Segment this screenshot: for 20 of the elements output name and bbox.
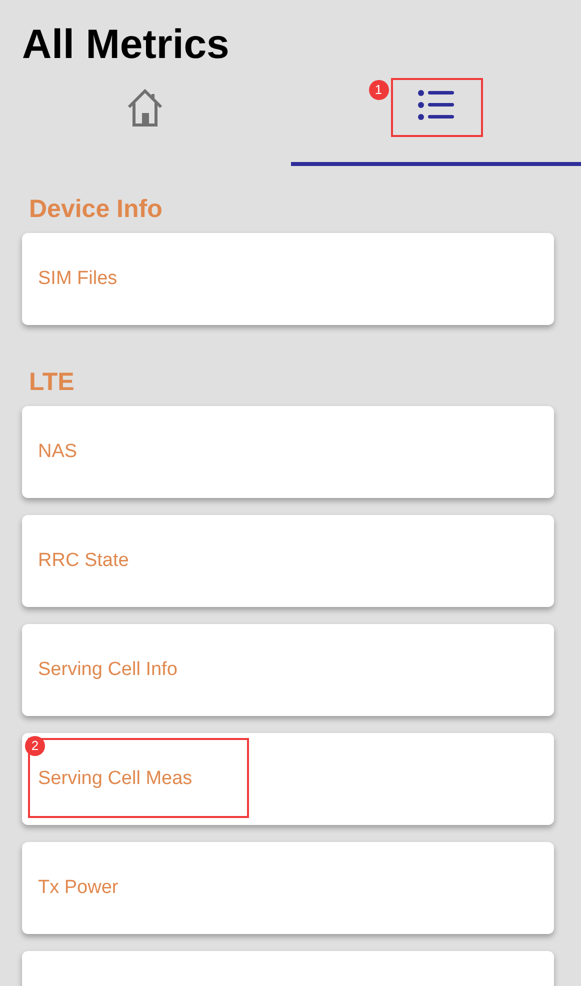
section-heading: LTE: [28, 367, 76, 397]
metric-card[interactable]: Serving Cell Info: [22, 624, 554, 716]
metric-card[interactable]: RRC State: [22, 515, 554, 607]
metric-label: Serving Cell Info: [38, 658, 178, 682]
tab[interactable]: 1: [290, 80, 581, 166]
metric-label: Serving Cell Meas: [38, 766, 192, 791]
section-heading: Device Info: [28, 194, 164, 224]
page-title: All Metrics: [21, 20, 230, 68]
metric-card[interactable]: SIM Files: [22, 233, 554, 325]
metric-label: SIM Files: [38, 266, 118, 291]
home-icon: [126, 88, 164, 128]
metric-card[interactable]: Serving Cell Meas 2: [22, 733, 554, 825]
list-icon: [416, 88, 455, 122]
metric-card[interactable]: NAS: [22, 406, 554, 498]
metric-label: NAS: [38, 440, 78, 464]
metric-label: Tx Power: [38, 876, 118, 900]
metric-label: RRC State: [38, 548, 129, 573]
metric-card[interactable]: Tx Power: [22, 842, 554, 934]
annotation-badge: 1: [368, 80, 388, 100]
annotation-badge: 2: [25, 736, 45, 756]
